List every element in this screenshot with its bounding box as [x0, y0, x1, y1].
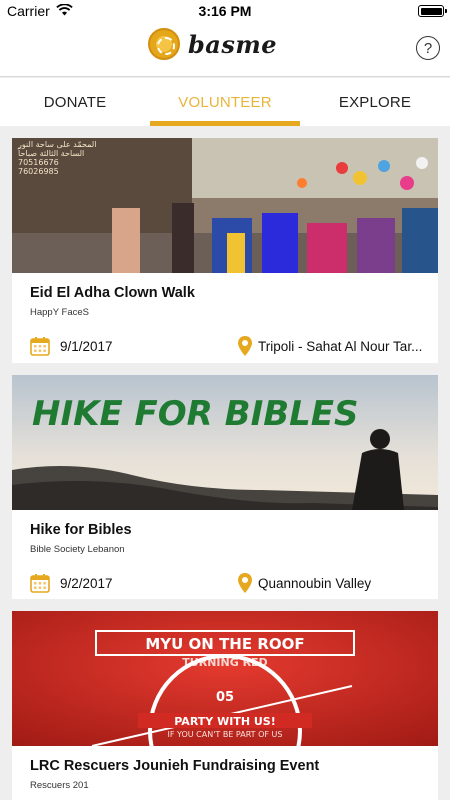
tab-bar: DONATE VOLUNTEER EXPLORE — [0, 78, 450, 126]
tab-donate-label: DONATE — [43, 93, 107, 111]
calendar-icon — [30, 574, 50, 593]
status-left: Carrier — [7, 3, 73, 19]
event-image[interactable]: المحمّد على ساحة النور الساحة الثالثة صب… — [12, 138, 438, 273]
status-bar: Carrier 3:16 PM — [0, 0, 450, 22]
help-glyph: ? — [423, 39, 433, 57]
event-organizer: Bible Society Lebanon — [30, 544, 125, 555]
event-organizer: HappY FaceS — [30, 307, 89, 318]
tab-volunteer[interactable]: VOLUNTEER — [150, 78, 300, 126]
image-tagline: PARTY WITH US! — [174, 715, 275, 728]
event-feed[interactable]: المحمّد على ساحة النور الساحة الثالثة صب… — [0, 126, 450, 800]
event-date-text: 9/1/2017 — [60, 338, 113, 354]
event-meta: 9/2/2017 Quannoubin Valley — [30, 573, 420, 611]
battery-icon — [418, 5, 447, 17]
event-date-text: 9/2/2017 — [60, 575, 113, 591]
brand: basme — [148, 28, 277, 60]
image-caption-line: الساحة الثالثة صباحاً — [17, 147, 84, 158]
event-organizer: Rescuers 201 — [30, 780, 89, 791]
event-title: Eid El Adha Clown Walk — [30, 285, 195, 301]
event-title: Hike for Bibles — [30, 522, 132, 538]
image-headline: MYU ON THE ROOF — [145, 635, 304, 653]
event-location-text: Tripoli - Sahat Al Nour Tar... — [258, 338, 423, 354]
event-date: 9/2/2017 — [30, 573, 113, 593]
basme-logo — [148, 28, 180, 60]
event-meta: 9/1/2017 Tripoli - Sahat Al Nour Tar... — [30, 336, 422, 374]
carrier-label: Carrier — [7, 3, 50, 19]
map-pin-icon — [238, 573, 252, 593]
image-caption-line: المحمّد على ساحة النور — [17, 140, 96, 149]
tab-volunteer-label: VOLUNTEER — [178, 93, 272, 111]
tab-explore-label: EXPLORE — [338, 93, 412, 111]
event-card-body: Eid El Adha Clown Walk HappY FaceS 9/1/2… — [12, 273, 438, 374]
brand-name: basme — [188, 29, 278, 59]
event-date: 9/1/2017 — [30, 336, 113, 356]
image-caption-line: 70516676 — [18, 158, 59, 167]
help-icon[interactable]: ? — [416, 36, 440, 60]
tab-explore[interactable]: EXPLORE — [300, 78, 450, 126]
tab-donate[interactable]: DONATE — [0, 78, 150, 126]
event-card-body: LRC Rescuers Jounieh Fundraising Event R… — [12, 746, 438, 791]
image-date-number: 05 — [216, 690, 234, 705]
image-small-tagline: IF YOU CAN'T BE PART OF US — [168, 730, 283, 739]
event-location: Quannoubin Valley — [238, 573, 438, 593]
calendar-icon — [30, 337, 50, 356]
image-caption-line: 76026985 — [18, 167, 59, 176]
event-title: LRC Rescuers Jounieh Fundraising Event — [30, 758, 320, 774]
event-location-text: Quannoubin Valley — [258, 575, 372, 591]
event-card[interactable]: HIKE FOR BIBLES Hike for Bibles Bible So… — [12, 375, 438, 599]
event-image[interactable]: HIKE FOR BIBLES — [12, 375, 438, 510]
event-card-body: Hike for Bibles Bible Society Lebanon 9/… — [12, 510, 438, 611]
event-card[interactable]: MYU ON THE ROOF TURNING RED 05 PARTY WIT… — [12, 611, 438, 800]
event-location: Tripoli - Sahat Al Nour Tar... — [238, 336, 438, 356]
event-card[interactable]: المحمّد على ساحة النور الساحة الثالثة صب… — [12, 138, 438, 363]
map-pin-icon — [238, 336, 252, 356]
app-header: basme ? — [0, 22, 450, 77]
event-image[interactable]: MYU ON THE ROOF TURNING RED 05 PARTY WIT… — [12, 611, 438, 746]
image-headline: HIKE FOR BIBLES — [32, 394, 359, 434]
wifi-icon — [56, 3, 73, 19]
